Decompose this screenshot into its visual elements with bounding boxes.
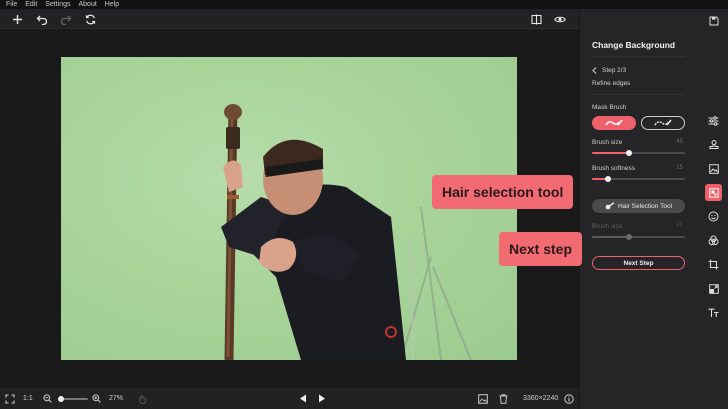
adjust-icon[interactable] (705, 112, 722, 129)
menu-bar: File Edit Settings About Help (0, 0, 728, 9)
menu-edit[interactable]: Edit (25, 0, 37, 9)
brush-softness-value: 15 (676, 165, 683, 171)
face-icon[interactable] (705, 208, 722, 225)
stamp-icon[interactable] (705, 136, 722, 153)
hair-brush-size-fill (592, 236, 630, 238)
prev-arrow-icon[interactable] (299, 392, 307, 405)
menu-help[interactable]: Help (105, 0, 119, 9)
next-arrow-icon[interactable] (318, 392, 326, 405)
image-icon[interactable] (705, 160, 722, 177)
brush-restore-icon (654, 119, 672, 126)
step-back-button[interactable]: Step 2/3 (592, 67, 626, 74)
chevron-left-icon (592, 67, 597, 74)
brush-softness-knob[interactable] (604, 176, 611, 182)
brush-size-label: Brush size (592, 139, 623, 146)
mask-brush-restore-button[interactable] (641, 116, 685, 130)
trash-icon[interactable] (499, 392, 508, 405)
step-indicator: Step 2/3 (602, 67, 627, 74)
mask-brush-erase-button[interactable] (592, 116, 636, 130)
brush-size-knob[interactable] (626, 150, 633, 156)
crop-icon[interactable] (705, 256, 722, 273)
sync-icon[interactable] (83, 12, 97, 26)
menu-file[interactable]: File (6, 0, 17, 9)
hand-icon[interactable] (138, 392, 147, 405)
zoom-slider[interactable] (58, 396, 88, 402)
fullscreen-icon[interactable] (5, 392, 15, 405)
eye-icon[interactable] (553, 12, 567, 26)
menu-about[interactable]: About (79, 0, 97, 9)
bottom-bar: 1:1 27% 3360×2240 (0, 388, 579, 409)
hair-selection-tool-button[interactable]: Hair Selection Tool (592, 199, 685, 213)
brush-size-fill (592, 152, 630, 154)
brush-softness-slider[interactable] (592, 176, 685, 182)
mask-brush-label: Mask Brush (592, 104, 627, 111)
brush-erase-icon (605, 119, 623, 126)
background-icon[interactable] (705, 184, 722, 201)
brush-size-slider[interactable] (592, 150, 685, 156)
save-icon[interactable] (705, 12, 722, 29)
zoom-value: 27% (109, 395, 124, 402)
hair-brush-size-label: Brush size (592, 223, 623, 230)
hair-selection-callout: Hair selection tool (432, 175, 574, 209)
hair-brush-icon (605, 202, 615, 210)
hair-selection-label: Hair Selection Tool (617, 202, 673, 210)
divider (592, 94, 685, 95)
zoom-out-icon[interactable] (43, 392, 52, 405)
color-icon[interactable] (705, 232, 722, 249)
text-icon[interactable] (705, 304, 722, 321)
menu-settings[interactable]: Settings (45, 0, 70, 9)
hair-brush-size-value: 45 (676, 223, 683, 229)
next-step-callout: Next step (499, 232, 583, 266)
image-dimensions: 3360×2240 (523, 395, 559, 402)
next-step-button[interactable]: Next Step (592, 256, 685, 270)
undo-icon[interactable] (35, 12, 49, 26)
tool-rail (699, 9, 728, 409)
hair-brush-size-knob[interactable] (626, 234, 633, 240)
panel-title: Change Background (592, 40, 676, 50)
ratio-button[interactable]: 1:1 (23, 392, 33, 405)
resize-icon[interactable] (705, 280, 722, 297)
brush-softness-label: Brush softness (592, 165, 635, 172)
compare-icon[interactable] (529, 12, 543, 26)
change-background-panel: Change Background Step 2/3 Refine edges … (579, 9, 699, 409)
panel-subtitle: Refine edges (592, 80, 631, 87)
brush-size-value: 45 (676, 139, 683, 145)
image-icon[interactable] (478, 392, 488, 405)
plus-icon[interactable] (10, 12, 24, 26)
top-toolbar (0, 9, 579, 29)
info-icon[interactable] (564, 392, 574, 405)
hair-brush-size-slider[interactable] (592, 234, 685, 240)
zoom-in-icon[interactable] (92, 392, 101, 405)
redo-icon[interactable] (59, 12, 73, 26)
zoom-slider-knob[interactable] (58, 396, 64, 402)
divider (592, 56, 685, 57)
